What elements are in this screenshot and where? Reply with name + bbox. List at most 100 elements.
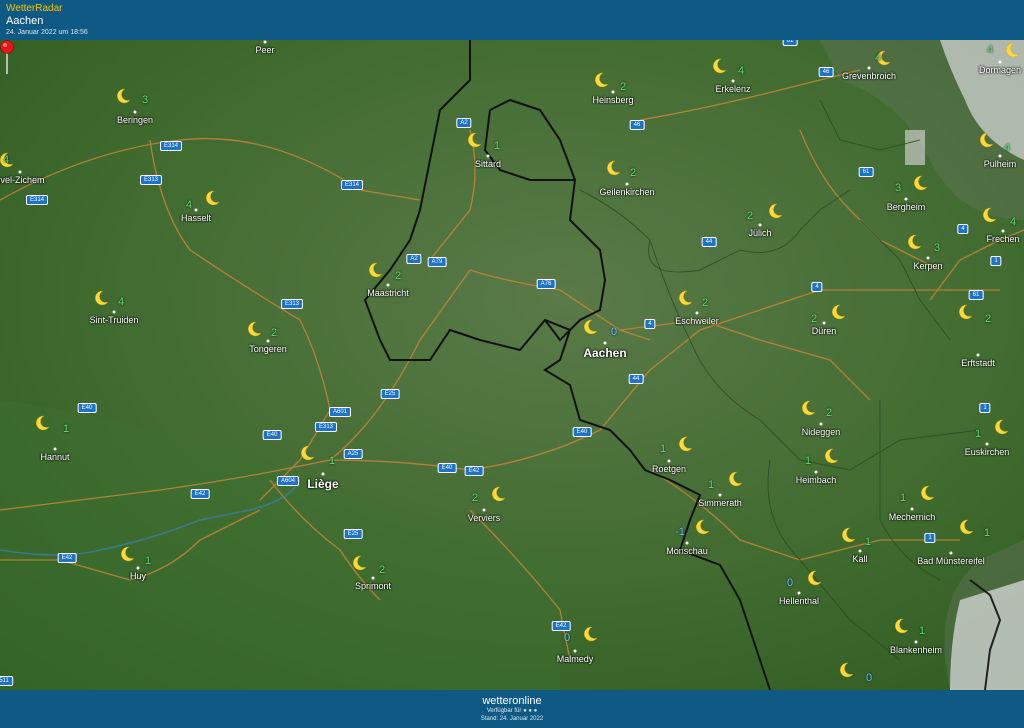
temperature-value: 1 [62,423,70,435]
city-label[interactable]: Peer [255,45,274,55]
weather-map[interactable]: Peer Beringen 3 uvel-Zichem 4 Hasselt 4 Sint-Tr… [0,40,1024,690]
city-label[interactable]: Monschau [666,546,708,556]
city-label[interactable]: Malmedy [557,654,594,664]
city-label[interactable]: Geilenkirchen [599,187,654,197]
city-label[interactable]: Sint-Truiden [90,315,139,325]
city-marker[interactable] [797,591,801,595]
road-badge: E25 [343,529,363,539]
city-marker[interactable] [194,208,198,212]
map-pin-icon[interactable] [0,40,14,74]
city-marker[interactable] [758,223,762,227]
temperature-value: 2 [746,210,754,222]
city-label[interactable]: Roetgen [652,464,686,474]
city-label[interactable]: Jülich [748,228,771,238]
city-marker[interactable] [819,422,823,426]
city-marker[interactable] [718,493,722,497]
city-marker[interactable] [914,640,918,644]
city-marker[interactable] [321,472,325,476]
city-label[interactable]: Grevenbroich [842,71,896,81]
city-marker[interactable] [266,339,270,343]
city-label[interactable]: Hannut [40,452,69,462]
city-marker[interactable] [976,353,980,357]
crescent-moon-icon [593,72,609,88]
city-marker[interactable] [1001,229,1005,233]
road-badge: A2 [406,254,422,264]
city-marker[interactable] [949,551,953,555]
city-label[interactable]: Euskirchen [965,447,1010,457]
city-label[interactable]: Aachen [583,346,626,360]
city-label[interactable]: Bad Münstereifel [917,556,985,566]
city-label[interactable]: Mechernich [889,512,936,522]
city-label[interactable]: Maastricht [367,288,409,298]
city-label[interactable]: Hasselt [181,213,211,223]
city-label[interactable]: Frechen [986,234,1019,244]
city-label[interactable]: Eschweiler [675,316,719,326]
city-marker[interactable] [625,182,629,186]
city-marker[interactable] [926,256,930,260]
city-label[interactable]: Nideggen [802,427,841,437]
city-marker[interactable] [814,470,818,474]
city-marker[interactable] [867,66,871,70]
city-label[interactable]: Tongeren [249,344,287,354]
road-badge: 1 [990,256,1002,266]
city-marker[interactable] [386,283,390,287]
temperature-value: 4 [117,296,125,308]
city-marker[interactable] [603,341,607,345]
city-label[interactable]: Hellenthal [779,596,819,606]
city-label[interactable]: Verviers [468,513,501,523]
crescent-moon-icon [93,290,109,306]
road-badge: E313 [280,299,304,309]
city-marker[interactable] [904,197,908,201]
city-marker[interactable] [573,649,577,653]
city-label[interactable]: Heinsberg [592,95,633,105]
temperature-value: 2 [984,313,992,325]
city-marker[interactable] [998,154,1002,158]
road-badge: E313 [139,175,163,185]
city-label[interactable]: Bergheim [887,202,926,212]
city-marker[interactable] [910,507,914,511]
city-marker[interactable] [858,549,862,553]
city-marker[interactable] [18,170,22,174]
city-label[interactable]: Huy [130,571,146,581]
city-marker[interactable] [611,90,615,94]
city-marker[interactable] [482,508,486,512]
city-marker[interactable] [822,321,826,325]
city-label[interactable]: Heimbach [796,475,837,485]
temperature-value: 1 [707,479,715,491]
city-label[interactable]: Erftstadt [961,358,995,368]
city-marker[interactable] [985,442,989,446]
city-marker[interactable] [53,447,57,451]
city-marker[interactable] [263,40,267,44]
city-marker[interactable] [136,566,140,570]
temperature-value: 1 [328,455,336,467]
city-label[interactable]: Kall [852,554,867,564]
city-marker[interactable] [695,311,699,315]
city-marker[interactable] [112,310,116,314]
city-marker[interactable] [685,541,689,545]
temperature-value: 2 [810,313,818,325]
temperature-value: 1 [974,428,982,440]
temperature-value: 1 [659,443,667,455]
city-label[interactable]: Beringen [117,115,153,125]
city-label[interactable]: Liège [307,477,338,491]
city-label[interactable]: Düren [812,326,837,336]
city-marker[interactable] [731,79,735,83]
city-marker[interactable] [998,60,1002,64]
road-badge: E42 [190,489,210,499]
crescent-moon-icon [367,262,383,278]
city-label[interactable]: Blankenheim [890,645,942,655]
city-label[interactable]: Pulheim [984,159,1017,169]
city-marker[interactable] [133,110,137,114]
city-marker[interactable] [371,576,375,580]
city-label[interactable]: Kerpen [913,261,942,271]
location-title: Aachen [6,15,44,27]
city-label[interactable]: Simmerath [698,498,742,508]
city-label[interactable]: Dormagen [979,65,1021,75]
city-label[interactable]: Sittard [475,159,501,169]
city-label[interactable]: uvel-Zichem [0,175,45,185]
city-label[interactable]: Erkelenz [715,84,750,94]
road-badge: 4 [644,319,656,329]
city-marker[interactable] [486,154,490,158]
city-marker[interactable] [667,459,671,463]
city-label[interactable]: Sprimont [355,581,391,591]
